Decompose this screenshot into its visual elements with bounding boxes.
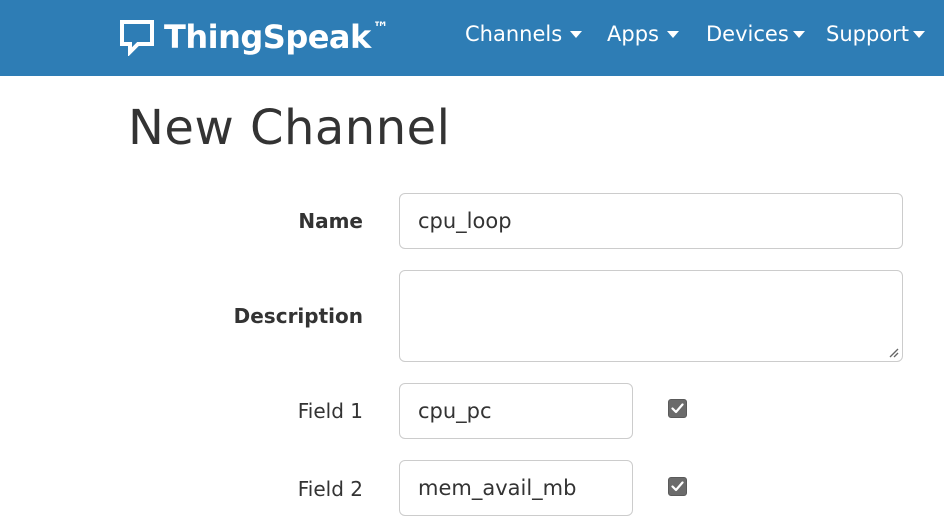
caret-down-icon [913,30,926,38]
caret-down-icon [570,30,583,38]
nav-support-dropdown[interactable]: Support [826,20,926,48]
trademark-symbol: ™ [372,17,389,37]
field1-input[interactable] [399,383,633,439]
nav-devices-label: Devices [706,22,789,46]
nav-apps-label: Apps [607,22,659,46]
checkmark-icon [671,403,684,414]
name-input[interactable] [399,193,903,249]
brand-name: ThingSpeak [164,18,371,56]
nav-devices-dropdown[interactable]: Devices [706,20,805,48]
field1-label: Field 1 [297,399,363,423]
field2-label: Field 2 [297,477,363,501]
nav-support-label: Support [826,22,910,46]
field2-enabled-checkbox[interactable] [668,477,687,496]
caret-down-icon [792,30,805,38]
nav-channels-label: Channels [465,22,563,46]
field1-enabled-checkbox[interactable] [668,399,687,418]
description-label: Description [233,304,363,328]
checkmark-icon [671,481,684,492]
resize-grip-icon[interactable] [887,346,899,358]
name-label: Name [298,209,363,233]
caret-down-icon [666,30,679,38]
top-navbar: ThingSpeak ™ Channels Apps Devices Suppo… [0,0,944,76]
nav-channels-dropdown[interactable]: Channels [465,20,583,48]
nav-apps-dropdown[interactable]: Apps [607,20,679,48]
speech-bubble-icon [120,20,154,56]
field2-input[interactable] [399,460,633,516]
thingspeak-logo-link[interactable]: ThingSpeak ™ [118,16,389,58]
page-title: New Channel [128,100,451,156]
description-textarea[interactable] [399,270,903,362]
